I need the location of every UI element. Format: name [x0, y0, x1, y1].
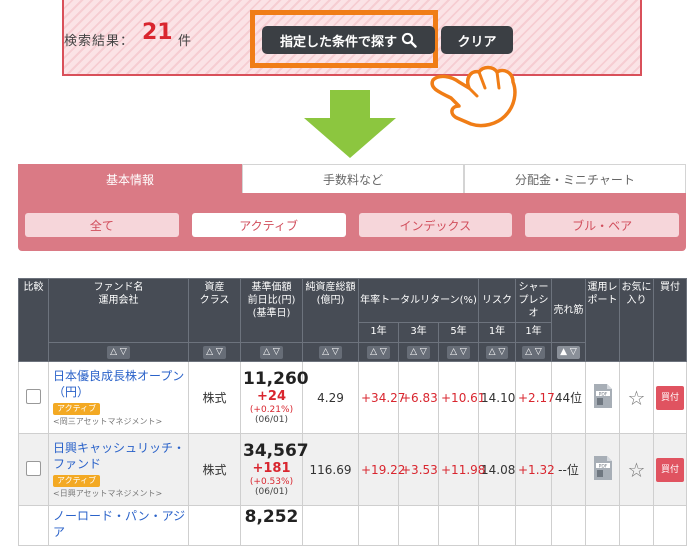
tab-fees[interactable]: 手数料など: [242, 164, 464, 194]
down-arrow-icon: [304, 90, 396, 158]
col-return-1y: 1年: [358, 322, 399, 343]
fund-type-badge: アクティブ: [53, 403, 101, 416]
filter-all[interactable]: 全て: [25, 213, 179, 237]
col-rank: 売れ筋: [551, 278, 586, 343]
filter-active[interactable]: アクティブ: [191, 213, 346, 237]
nav-change-pct: (+0.21%): [249, 404, 294, 415]
fund-table: 比較 ファンド名 運用会社 資産 クラス 基準価額 前日比(円) (基準日) 純…: [18, 278, 687, 546]
nav-change-pct: (+0.53%): [249, 476, 294, 487]
sort-return-1y[interactable]: △ ▽: [367, 346, 390, 359]
fund-type-badge: アクティブ: [53, 475, 101, 488]
sort-asset-class[interactable]: △ ▽: [203, 346, 226, 359]
search-button[interactable]: 指定した条件で探す: [262, 26, 435, 54]
info-tabs: 基本情報 手数料など 分配金・ミニチャート: [18, 164, 686, 194]
asset-class: 株式: [188, 361, 241, 434]
nav-price: 8,252: [244, 507, 299, 527]
return-5y: +10.61: [438, 361, 485, 434]
return-5y: +11.98: [438, 433, 485, 506]
asset-class: 株式: [188, 433, 241, 506]
return-3y: +6.83: [398, 361, 439, 434]
sort-risk[interactable]: △ ▽: [485, 346, 509, 359]
tab-distribution-chart[interactable]: 分配金・ミニチャート: [464, 164, 686, 194]
table-row: 日興キャッシュリッチ・ファンド アクティブ <日興アセットマネジメント> 株式 …: [18, 433, 687, 506]
fund-type-filter-bar: 全て アクティブ インデックス ブル・ベア: [18, 193, 686, 251]
col-sharpe-1y: 1年: [515, 322, 552, 343]
col-net-assets: 純資産総額 (億円): [302, 278, 359, 343]
col-total-return: 年率トータルリターン(%): [358, 278, 479, 323]
filter-index[interactable]: インデックス: [358, 213, 513, 237]
rank-value: --位: [551, 433, 586, 506]
pdf-report-icon[interactable]: PDF: [592, 455, 614, 481]
return-1y: +19.22: [358, 433, 405, 506]
compare-checkbox[interactable]: [26, 460, 41, 476]
buy-button[interactable]: 買付: [656, 457, 684, 482]
compare-checkbox[interactable]: [26, 388, 41, 404]
col-compare: 比較: [18, 278, 49, 362]
fund-name-link[interactable]: 日興キャッシュリッチ・ファンド: [53, 440, 186, 472]
filter-bull-bear[interactable]: ブル・ベア: [525, 213, 679, 237]
col-risk-1y: 1年: [478, 322, 516, 343]
fund-name-link[interactable]: 日本優良成長株オープン（円）: [53, 368, 186, 400]
result-count: 21: [142, 20, 173, 45]
net-assets: 4.29: [302, 361, 359, 434]
sort-fund-name[interactable]: △ ▽: [107, 346, 130, 359]
return-1y: +34.27: [358, 361, 405, 434]
favorite-star-icon[interactable]: ☆: [628, 458, 646, 482]
sort-sharpe[interactable]: △ ▽: [522, 346, 545, 359]
search-button-label: 指定した条件で探す: [279, 34, 397, 50]
col-fund-name-label: ファンド名: [93, 282, 144, 293]
tab-basic-info[interactable]: 基本情報: [18, 164, 242, 194]
nav-price: 11,260: [243, 369, 309, 390]
rank-value: 44位: [551, 361, 586, 434]
return-3y: +3.53: [398, 433, 439, 506]
col-return-5y: 5年: [438, 322, 479, 343]
svg-text:PDF: PDF: [598, 463, 607, 469]
sort-return-3y[interactable]: △ ▽: [407, 346, 430, 359]
col-risk: リスク: [478, 278, 516, 323]
sort-net-assets[interactable]: △ ▽: [319, 346, 342, 359]
nav-price: 34,567: [243, 441, 309, 462]
favorite-star-icon[interactable]: ☆: [628, 386, 646, 410]
buy-button[interactable]: 買付: [656, 385, 684, 410]
sharpe-value: +2.17: [515, 361, 555, 434]
fund-name-link[interactable]: ノーロード・パン・アジア: [53, 508, 186, 540]
col-report: 運用レ ポート: [585, 278, 620, 362]
sort-nav[interactable]: △ ▽: [260, 346, 283, 359]
col-sharpe: シャー プレシ オ: [515, 278, 552, 323]
risk-value: 14.10: [478, 361, 516, 434]
fund-company: <日興アセットマネジメント>: [53, 489, 163, 499]
col-return-3y: 3年: [398, 322, 439, 343]
table-row: 日本優良成長株オープン（円） アクティブ <岡三アセットマネジメント> 株式 1…: [18, 361, 687, 434]
nav-date: (06/01): [255, 486, 288, 497]
nav-date: (06/01): [255, 414, 288, 425]
col-asset-class: 資産 クラス: [188, 278, 241, 343]
col-buy: 買付: [653, 278, 687, 362]
search-icon: [401, 32, 417, 48]
nav-change: +181: [252, 461, 291, 477]
table-row: ノーロード・パン・アジア 8,252: [18, 505, 687, 546]
pdf-report-icon[interactable]: PDF: [592, 383, 614, 409]
sort-return-5y[interactable]: △ ▽: [447, 346, 470, 359]
result-unit: 件: [178, 34, 192, 49]
svg-text:PDF: PDF: [598, 391, 607, 397]
col-fund-name: ファンド名 運用会社: [48, 278, 189, 343]
risk-value: 14.08: [478, 433, 516, 506]
net-assets: 116.69: [302, 433, 359, 506]
pointing-hand-icon: [430, 65, 517, 128]
clear-button[interactable]: クリア: [441, 26, 513, 54]
col-nav: 基準価額 前日比(円) (基準日): [240, 278, 303, 343]
col-favorite: お気に 入り: [619, 278, 654, 362]
result-label: 検索結果：: [64, 34, 135, 49]
sharpe-value: +1.32: [515, 433, 555, 506]
sort-rank[interactable]: ▲ ▽: [557, 346, 580, 359]
col-company-label: 運用会社: [98, 295, 139, 306]
fund-company: <岡三アセットマネジメント>: [53, 417, 163, 427]
nav-change: +24: [257, 389, 286, 405]
